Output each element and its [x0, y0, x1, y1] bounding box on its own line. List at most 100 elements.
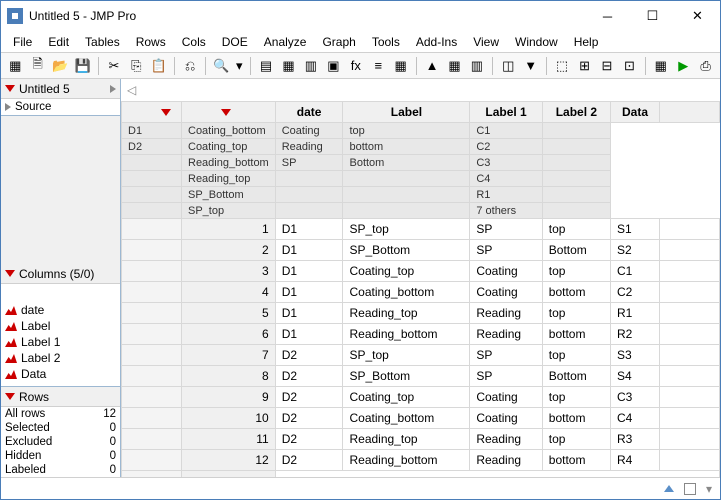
toolbar-btn[interactable]: ⊞	[574, 55, 594, 77]
row-marker[interactable]	[122, 261, 182, 282]
toolbar-btn[interactable]: ▲	[422, 55, 442, 77]
filter-value[interactable]: C3	[470, 155, 542, 171]
cell[interactable]: top	[542, 387, 610, 408]
cell[interactable]: R4	[611, 450, 660, 471]
cell[interactable]: SP	[470, 345, 542, 366]
menu-tools[interactable]: Tools	[364, 31, 408, 52]
table-row[interactable]: 5D1Reading_topReadingtopR1	[122, 303, 720, 324]
cell[interactable]: Bottom	[542, 366, 610, 387]
menu-doe[interactable]: DOE	[214, 31, 256, 52]
filter-value[interactable]	[275, 171, 343, 187]
collapse-icon[interactable]	[5, 270, 15, 277]
filter-value[interactable]	[275, 203, 343, 219]
cell[interactable]: Coating_top	[343, 261, 470, 282]
menu-analyze[interactable]: Analyze	[256, 31, 315, 52]
cut-icon[interactable]: ✂	[104, 55, 124, 77]
filter-value[interactable]: bottom	[343, 139, 470, 155]
row-number[interactable]: 9	[182, 387, 276, 408]
filter-value[interactable]: R1	[470, 187, 542, 203]
cell[interactable]: top	[542, 303, 610, 324]
maximize-button[interactable]: ☐	[630, 1, 675, 31]
toolbar-btn[interactable]: ▥	[467, 55, 487, 77]
cell[interactable]: Reading	[470, 303, 542, 324]
toolbar-btn[interactable]: 💾	[72, 55, 92, 77]
dropdown-icon[interactable]: ▾	[234, 55, 245, 77]
table-row[interactable]: 4D1Coating_bottomCoatingbottomC2	[122, 282, 720, 303]
source-row[interactable]: Source	[5, 101, 116, 113]
row-number[interactable]: 12	[182, 450, 276, 471]
expand-icon[interactable]	[110, 85, 116, 93]
run-icon[interactable]: ▶	[673, 55, 693, 77]
cell[interactable]: R2	[611, 324, 660, 345]
filter-value[interactable]: Coating	[275, 123, 343, 139]
cell[interactable]: SP_top	[343, 219, 470, 240]
cell[interactable]: C1	[611, 261, 660, 282]
cell[interactable]: Coating	[470, 387, 542, 408]
filter-row[interactable]: SP_top7 others	[122, 203, 720, 219]
filter-value[interactable]: SP_top	[182, 203, 276, 219]
toolbar-btn[interactable]: ▦	[5, 55, 25, 77]
cell[interactable]: Reading	[470, 324, 542, 345]
cell[interactable]: R1	[611, 303, 660, 324]
toolbar-btn[interactable]: ≡	[368, 55, 388, 77]
row-number[interactable]: 4	[182, 282, 276, 303]
row-marker[interactable]	[122, 240, 182, 261]
table-row[interactable]: 7D2SP_topSPtopS3	[122, 345, 720, 366]
minimize-button[interactable]: ─	[585, 1, 630, 31]
row-marker[interactable]	[122, 219, 182, 240]
row-marker[interactable]	[122, 429, 182, 450]
cell[interactable]: SP	[470, 219, 542, 240]
row-number[interactable]: 2	[182, 240, 276, 261]
menu-tables[interactable]: Tables	[77, 31, 128, 52]
cell[interactable]: D1	[275, 303, 343, 324]
filter-row[interactable]: Reading_bottomSPBottomC3	[122, 155, 720, 171]
column-item[interactable]: Label	[5, 318, 116, 334]
column-header[interactable]: Label	[343, 102, 470, 123]
cell[interactable]: top	[542, 429, 610, 450]
filter-value[interactable]	[343, 187, 470, 203]
cell[interactable]: D2	[275, 450, 343, 471]
cell[interactable]: C2	[611, 282, 660, 303]
cell[interactable]: SP_top	[343, 345, 470, 366]
paste-icon[interactable]: 📋	[149, 55, 169, 77]
row-number[interactable]: 8	[182, 366, 276, 387]
row-stat[interactable]: All rows12	[1, 407, 120, 421]
cell[interactable]: Bottom	[542, 240, 610, 261]
collapse-icon[interactable]	[221, 109, 231, 116]
row-marker[interactable]	[122, 366, 182, 387]
cell[interactable]: Reading	[470, 429, 542, 450]
cell[interactable]: top	[542, 219, 610, 240]
filter-value[interactable]: C2	[470, 139, 542, 155]
row-number[interactable]: 6	[182, 324, 276, 345]
toolbar-btn[interactable]: ▦	[278, 55, 298, 77]
filter-value[interactable]	[122, 155, 182, 171]
row-marker[interactable]	[122, 450, 182, 471]
cell[interactable]: S3	[611, 345, 660, 366]
menu-view[interactable]: View	[465, 31, 507, 52]
toolbar-btn[interactable]: 🗎	[27, 55, 47, 77]
cell[interactable]: SP_Bottom	[343, 366, 470, 387]
toolbar-btn[interactable]: ▼	[521, 55, 541, 77]
row-number[interactable]: 3	[182, 261, 276, 282]
filter-value[interactable]: Coating_top	[182, 139, 276, 155]
row-marker[interactable]	[122, 303, 182, 324]
toolbar-btn[interactable]: ⬚	[552, 55, 572, 77]
table-row[interactable]: 10D2Coating_bottomCoatingbottomC4	[122, 408, 720, 429]
row-number[interactable]: 5	[182, 303, 276, 324]
toolbar-btn[interactable]: ▤	[256, 55, 276, 77]
column-item[interactable]: Label 2	[5, 350, 116, 366]
cell[interactable]: R3	[611, 429, 660, 450]
status-up-icon[interactable]	[664, 485, 674, 492]
filter-value[interactable]: C4	[470, 171, 542, 187]
toolbar-btn[interactable]: ▦	[390, 55, 410, 77]
cell[interactable]: bottom	[542, 450, 610, 471]
table-row[interactable]: 11D2Reading_topReadingtopR3	[122, 429, 720, 450]
row-marker[interactable]	[122, 408, 182, 429]
row-stat[interactable]: Excluded0	[1, 435, 120, 449]
cell[interactable]: S2	[611, 240, 660, 261]
cell[interactable]: D1	[275, 324, 343, 345]
column-header[interactable]: Label 1	[470, 102, 542, 123]
dropdown-icon[interactable]: ▾	[706, 482, 712, 496]
row-number[interactable]: 10	[182, 408, 276, 429]
cell[interactable]: top	[542, 345, 610, 366]
